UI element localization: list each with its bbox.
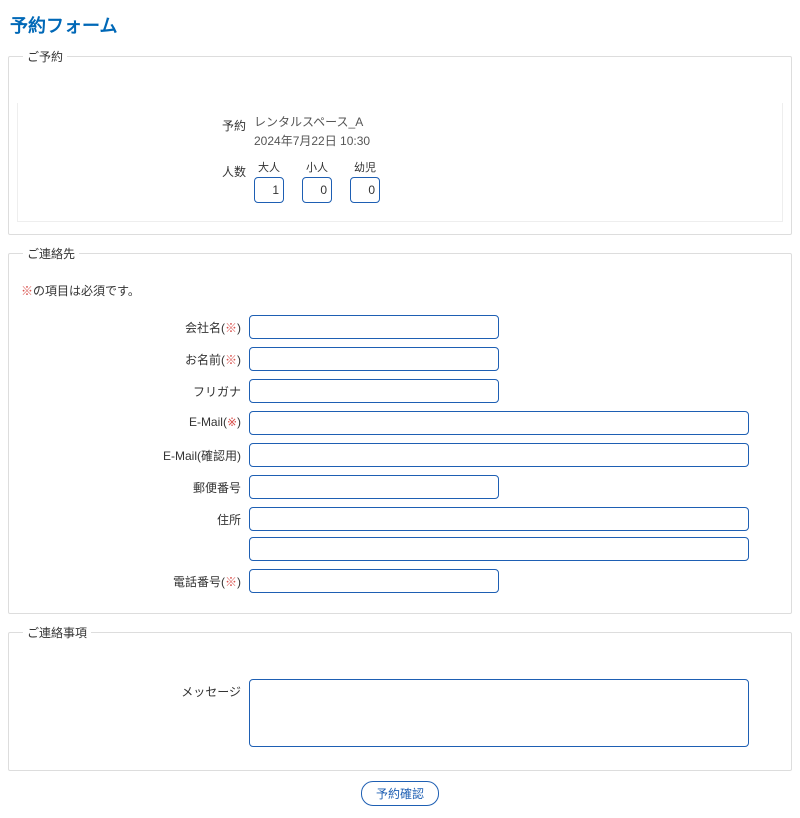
contact-legend: ご連絡先 <box>23 245 79 262</box>
reservation-fieldset: ご予約 予約 レンタルスペース_A 2024年7月22日 10:30 人数 大人… <box>8 48 792 235</box>
reserve-datetime: 2024年7月22日 10:30 <box>254 132 778 151</box>
reservation-legend: ご予約 <box>23 48 67 65</box>
child-input[interactable] <box>302 177 332 203</box>
address2-input[interactable] <box>249 537 749 561</box>
furigana-label: フリガナ <box>17 379 249 400</box>
name-label: お名前(※) <box>17 347 249 368</box>
company-input[interactable] <box>249 315 499 339</box>
infant-label: 幼児 <box>354 159 376 175</box>
email-confirm-label: E-Mail(確認用) <box>17 443 249 464</box>
furigana-input[interactable] <box>249 379 499 403</box>
submit-button[interactable]: 予約確認 <box>361 781 439 806</box>
company-label: 会社名(※) <box>17 315 249 336</box>
message-fieldset: ご連絡事項 メッセージ <box>8 624 792 771</box>
adult-label: 大人 <box>258 159 280 175</box>
phone-label: 電話番号(※) <box>17 569 249 590</box>
message-legend: ご連絡事項 <box>23 624 91 641</box>
people-label: 人数 <box>22 159 254 180</box>
email-label: E-Mail(※) <box>17 411 249 429</box>
contact-fieldset: ご連絡先 ※の項目は必須です。 会社名(※) お名前(※) フリガナ E-Mai… <box>8 245 792 614</box>
page-title: 予約フォーム <box>10 12 792 38</box>
adult-input[interactable] <box>254 177 284 203</box>
email-confirm-input[interactable] <box>249 443 749 467</box>
reserve-label: 予約 <box>22 113 254 134</box>
resource-name: レンタルスペース_A <box>254 113 778 132</box>
address1-input[interactable] <box>249 507 749 531</box>
message-textarea[interactable] <box>249 679 749 747</box>
infant-input[interactable] <box>350 177 380 203</box>
postal-label: 郵便番号 <box>17 475 249 496</box>
required-note: ※の項目は必須です。 <box>21 282 783 299</box>
message-label: メッセージ <box>17 679 249 700</box>
address-label: 住所 <box>17 507 249 528</box>
child-label: 小人 <box>306 159 328 175</box>
name-input[interactable] <box>249 347 499 371</box>
email-input[interactable] <box>249 411 749 435</box>
phone-input[interactable] <box>249 569 499 593</box>
postal-input[interactable] <box>249 475 499 499</box>
